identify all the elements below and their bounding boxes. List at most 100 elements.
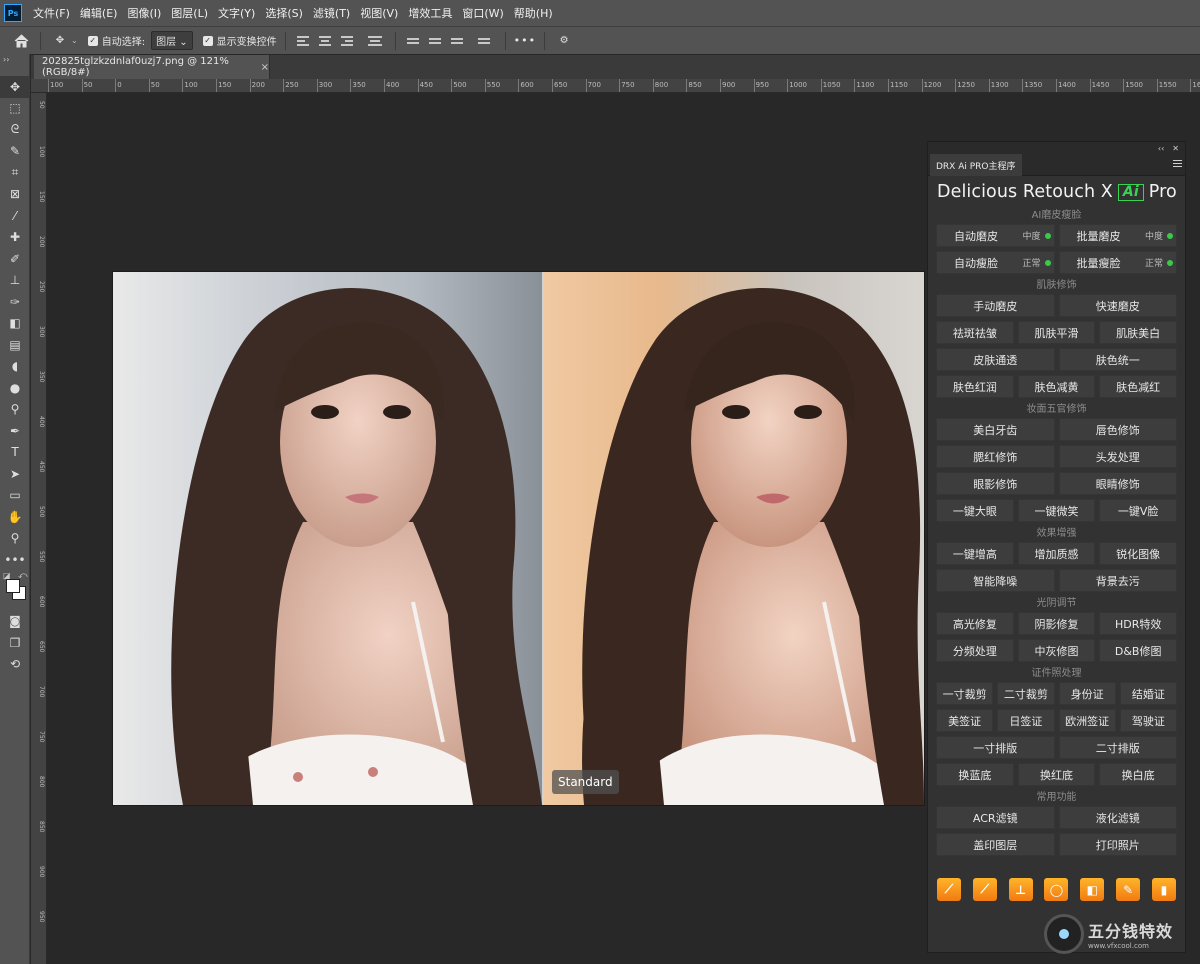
lasso-quick-icon[interactable]: ◯ — [1044, 878, 1069, 901]
quick-select-tool-icon[interactable]: ✎ — [0, 141, 30, 163]
plugin-action-button[interactable]: 批量瘦脸 正常 — [1058, 251, 1177, 274]
horizontal-ruler[interactable]: 100 50 0 50 100 150 200 250 300 350 400 450 500 550 60… — [31, 79, 1200, 93]
plugin-action-button[interactable]: 自动瘦脸 正常 — [936, 251, 1055, 274]
marquee-tool-icon[interactable]: ⬚ — [0, 98, 30, 120]
align-middle-icon[interactable] — [428, 34, 445, 48]
type-tool-icon[interactable]: T — [0, 442, 30, 464]
stamp-tool-icon[interactable]: ⊥ — [0, 270, 30, 292]
plugin-action-button[interactable]: 盖印图层 — [936, 833, 1055, 856]
history-brush-tool-icon[interactable]: ✑ — [0, 291, 30, 313]
photoshop-app-icon[interactable]: Ps — [4, 4, 22, 22]
edit-toolbar-tool-icon[interactable]: ⟲ — [0, 654, 30, 676]
plugin-action-button[interactable]: 肤色统一 — [1058, 348, 1177, 371]
frame-tool-icon[interactable]: ⊠ — [0, 184, 30, 206]
blur-tool-icon[interactable]: ◖ — [0, 356, 30, 378]
hand-tool-icon[interactable]: ✋ — [0, 506, 30, 528]
plugin-action-button[interactable]: 锐化图像 — [1099, 542, 1178, 565]
plugin-action-button[interactable]: D&B修图 — [1099, 639, 1178, 662]
panel-menu-icon[interactable] — [1173, 160, 1182, 167]
plugin-action-button[interactable]: HDR特效 — [1099, 612, 1178, 635]
menu-item[interactable]: 帮助(H) — [509, 5, 558, 21]
rectangle-tool-icon[interactable]: ▭ — [0, 485, 30, 507]
plugin-action-button[interactable]: 一键微笑 — [1017, 499, 1096, 522]
menu-item[interactable]: 图层(L) — [166, 5, 213, 21]
plugin-action-button[interactable]: 快速磨皮 — [1058, 294, 1177, 317]
collapse-panel-icon[interactable]: ‹‹ — [1158, 144, 1164, 153]
healing-tool-icon[interactable]: ✚ — [0, 227, 30, 249]
plugin-action-button[interactable]: 日签证 — [997, 709, 1055, 732]
more-tools-icon[interactable]: ••• — [0, 549, 30, 571]
plugin-action-button[interactable]: 美签证 — [936, 709, 994, 732]
plugin-action-button[interactable]: 美白牙齿 — [936, 418, 1055, 441]
menu-item[interactable]: 文字(Y) — [213, 5, 260, 21]
plugin-action-button[interactable]: 增加质感 — [1017, 542, 1096, 565]
strength-level[interactable]: 正常 — [1145, 256, 1173, 269]
move-tool-icon[interactable]: ✥ — [49, 31, 71, 51]
plugin-action-button[interactable]: 阴影修复 — [1017, 612, 1096, 635]
lasso-tool-icon[interactable]: ᘓ — [0, 119, 30, 141]
dodge-tool-icon[interactable]: ● — [0, 377, 30, 399]
close-panel-icon[interactable]: ✕ — [1172, 144, 1179, 153]
plugin-action-button[interactable]: 中灰修图 — [1017, 639, 1096, 662]
plugin-action-button[interactable]: 欧洲签证 — [1058, 709, 1116, 732]
more-options-button[interactable]: ••• — [514, 34, 536, 47]
plugin-action-button[interactable]: 肌肤平滑 — [1017, 321, 1096, 344]
plugin-action-button[interactable]: 批量磨皮 中度 — [1058, 224, 1177, 247]
menu-item[interactable]: 增效工具 — [403, 5, 457, 21]
align-center-icon[interactable] — [318, 34, 335, 48]
plugin-action-button[interactable]: 换红底 — [1017, 763, 1096, 786]
show-transform-checkbox[interactable]: ✓ — [202, 35, 213, 46]
plugin-action-button[interactable]: 祛斑祛皱 — [936, 321, 1014, 344]
plugin-action-button[interactable]: 一键V脸 — [1099, 499, 1178, 522]
menu-item[interactable]: 滤镜(T) — [308, 5, 355, 21]
plugin-action-button[interactable]: 一寸裁剪 — [936, 682, 994, 705]
plugin-action-button[interactable]: 智能降噪 — [936, 569, 1055, 592]
brush-tool-icon[interactable]: ✐ — [0, 248, 30, 270]
strength-level[interactable]: 正常 — [1022, 256, 1051, 269]
plugin-action-button[interactable]: 肤色减红 — [1099, 375, 1178, 398]
align-top-icon[interactable] — [406, 34, 423, 48]
stamp-quick-icon[interactable]: ⊥ — [1008, 878, 1033, 901]
chevron-down-icon[interactable]: ⌄ — [71, 36, 78, 45]
plugin-action-button[interactable]: 二寸裁剪 — [997, 682, 1055, 705]
distribute-vertical-icon[interactable] — [477, 34, 494, 48]
strength-level[interactable]: 中度 — [1145, 229, 1173, 242]
plugin-action-button[interactable]: 眼睛修饰 — [1058, 472, 1177, 495]
plugin-action-button[interactable]: 结婚证 — [1119, 682, 1177, 705]
plugin-action-button[interactable]: 手动磨皮 — [936, 294, 1055, 317]
gear-icon[interactable]: ⚙ — [553, 31, 575, 51]
eyedropper-tool-icon[interactable]: ⁄ — [0, 205, 30, 227]
menu-item[interactable]: 编辑(E) — [75, 5, 123, 21]
plugin-action-button[interactable]: 自动磨皮 中度 — [936, 224, 1055, 247]
crop-tool-icon[interactable]: ⌗ — [0, 162, 30, 184]
eraser-tool-icon[interactable]: ◧ — [0, 313, 30, 335]
plugin-action-button[interactable]: 一键大眼 — [936, 499, 1014, 522]
sponge-tool-icon[interactable]: ⚲ — [0, 399, 30, 421]
plugin-action-button[interactable]: 背景去污 — [1058, 569, 1177, 592]
strength-level[interactable]: 中度 — [1022, 229, 1051, 242]
gradient-tool-icon[interactable]: ▤ — [0, 334, 30, 356]
menu-item[interactable]: 图像(I) — [122, 5, 166, 21]
plugin-action-button[interactable]: 一寸排版 — [936, 736, 1055, 759]
plugin-action-button[interactable]: 驾驶证 — [1119, 709, 1177, 732]
path-select-tool-icon[interactable]: ➤ — [0, 463, 30, 485]
screen-mode-tool-icon[interactable]: ❐ — [0, 632, 30, 654]
plugin-action-button[interactable]: 肤色减黄 — [1017, 375, 1096, 398]
plugin-action-button[interactable]: 高光修复 — [936, 612, 1014, 635]
plugin-action-button[interactable]: 头发处理 — [1058, 445, 1177, 468]
document-tab[interactable]: 202825tglzkzdnlaf0uzj7.png @ 121%(RGB/8#… — [34, 55, 270, 79]
plugin-action-button[interactable]: 肌肤美白 — [1099, 321, 1178, 344]
plugin-action-button[interactable]: 换白底 — [1099, 763, 1178, 786]
brush-quick-icon[interactable]: ⟋ — [937, 878, 961, 901]
plugin-action-button[interactable]: 二寸排版 — [1058, 736, 1177, 759]
plugin-action-button[interactable]: ACR滤镜 — [936, 806, 1055, 829]
plugin-action-button[interactable]: 打印照片 — [1058, 833, 1177, 856]
color-swatches[interactable]: ◪ ⤺ — [0, 571, 29, 611]
zoom-tool-icon[interactable]: ⚲ — [0, 528, 30, 550]
plugin-action-button[interactable]: 液化滤镜 — [1058, 806, 1177, 829]
plugin-action-button[interactable]: 换蓝底 — [936, 763, 1014, 786]
trash-quick-icon[interactable]: ▮ — [1151, 878, 1176, 901]
plugin-action-button[interactable]: 腮红修饰 — [936, 445, 1055, 468]
foreground-color-swatch[interactable] — [6, 578, 20, 593]
home-icon[interactable] — [10, 31, 32, 51]
